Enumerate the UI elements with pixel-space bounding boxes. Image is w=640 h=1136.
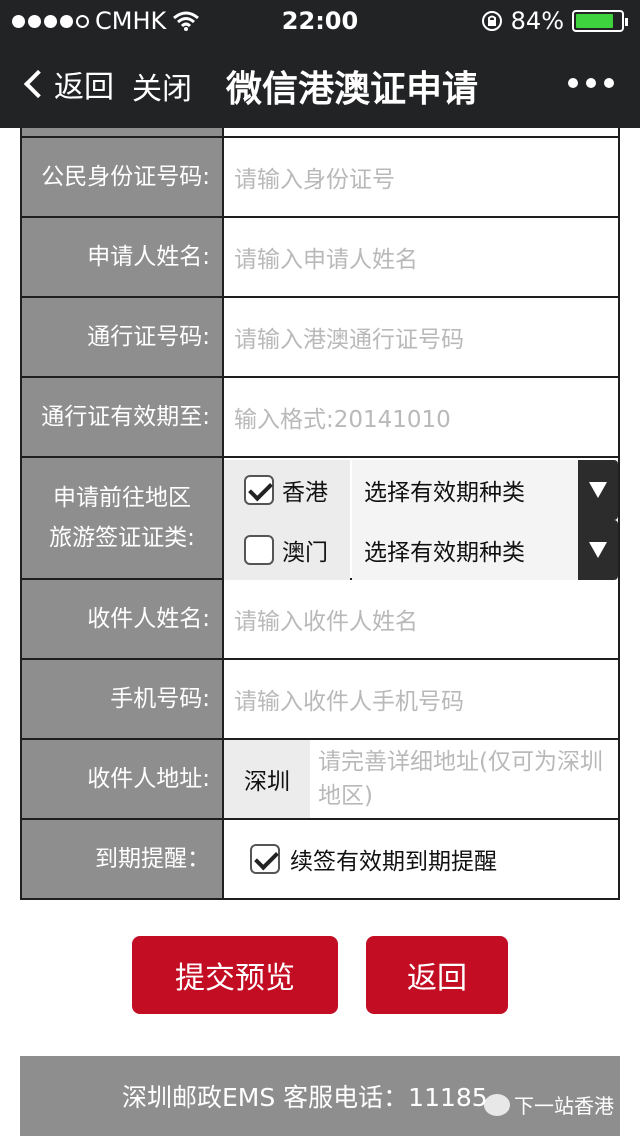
dropdown-arrow-icon	[578, 460, 618, 520]
battery-level	[576, 14, 613, 28]
watermark: 下一站香港	[484, 1090, 614, 1119]
id-number-label: 公民身份证号码:	[22, 138, 224, 216]
hk-validity-select[interactable]: 选择有效期种类	[352, 460, 618, 520]
address-label: 收件人地址:	[22, 740, 224, 818]
back-label: 返回	[54, 70, 114, 105]
form-top-edge	[22, 128, 618, 136]
page-title: 微信港澳证申请	[226, 69, 479, 110]
reminder-label: 到期提醒：	[22, 820, 224, 898]
chevron-left-icon	[23, 69, 53, 99]
hk-label: 香港	[282, 480, 328, 506]
mobile-row: 手机号码: 请输入收件人手机号码	[22, 658, 618, 738]
recipient-name-input[interactable]: 请输入收件人姓名	[224, 580, 618, 658]
id-number-row: 公民身份证号码: 请输入身份证号	[22, 136, 618, 216]
reminder-checkbox[interactable]: 续签有效期到期提醒	[224, 820, 618, 898]
macau-validity-value: 选择有效期种类	[364, 540, 525, 566]
hk-checkbox[interactable]: 香港	[224, 460, 350, 520]
more-menu-icon[interactable]	[568, 78, 614, 88]
mobile-input[interactable]: 请输入收件人手机号码	[224, 660, 618, 738]
visa-options: 香港 选择有效期种类 澳门 选择有效期种类	[224, 458, 618, 580]
battery-icon	[572, 10, 628, 32]
wechat-icon	[484, 1093, 510, 1116]
applicant-name-row: 申请人姓名: 请输入申请人姓名	[22, 216, 618, 296]
checkbox-checked-icon	[250, 844, 280, 874]
visa-row: 申请前往地区 旅游签证证类: 香港 选择有效期种类 澳门 选择有效期种类	[22, 456, 618, 580]
mobile-label: 手机号码:	[22, 660, 224, 738]
permit-expiry-label: 通行证有效期至:	[22, 378, 224, 456]
form-area: 公民身份证号码: 请输入身份证号 申请人姓名: 请输入申请人姓名 通行证号码: …	[0, 128, 640, 1136]
address-city: 深圳	[224, 740, 310, 818]
macau-validity-select[interactable]: 选择有效期种类	[352, 520, 618, 580]
permit-number-label: 通行证号码:	[22, 298, 224, 376]
back-form-button[interactable]: 返回	[366, 936, 508, 1014]
application-form: 公民身份证号码: 请输入身份证号 申请人姓名: 请输入申请人姓名 通行证号码: …	[20, 128, 620, 900]
visa-label: 申请前往地区 旅游签证证类:	[22, 458, 224, 578]
watermark-label: 下一站香港	[514, 1094, 614, 1118]
checkbox-unchecked-icon	[244, 535, 274, 565]
hk-validity-value: 选择有效期种类	[364, 480, 525, 506]
recipient-name-row: 收件人姓名: 请输入收件人姓名	[22, 578, 618, 658]
visa-label-line2: 旅游签证证类:	[49, 525, 195, 551]
id-number-input[interactable]: 请输入身份证号	[224, 138, 618, 216]
visa-option-hk: 香港 选择有效期种类	[224, 460, 618, 520]
address-input[interactable]: 请完善详细地址(仅可为深圳地区)	[310, 741, 618, 817]
submit-preview-button[interactable]: 提交预览	[132, 936, 338, 1014]
close-button[interactable]: 关闭	[132, 64, 192, 108]
permit-expiry-input[interactable]: 输入格式:20141010	[224, 378, 618, 456]
reminder-row: 到期提醒： 续签有效期到期提醒	[22, 818, 618, 898]
permit-expiry-row: 通行证有效期至: 输入格式:20141010	[22, 376, 618, 456]
permit-number-row: 通行证号码: 请输入港澳通行证号码	[22, 296, 618, 376]
checkbox-checked-icon	[244, 475, 274, 505]
reminder-option-label: 续签有效期到期提醒	[290, 849, 497, 875]
address-row: 收件人地址: 深圳 请完善详细地址(仅可为深圳地区)	[22, 738, 618, 818]
dropdown-arrow-icon	[578, 520, 618, 580]
recipient-name-label: 收件人姓名:	[22, 580, 224, 658]
visa-option-macau: 澳门 选择有效期种类	[224, 520, 618, 580]
nav-bar: 返回 关闭 微信港澳证申请	[0, 40, 640, 128]
macau-checkbox[interactable]: 澳门	[224, 520, 350, 580]
rotation-lock-icon	[481, 11, 502, 31]
status-right: 84%	[481, 7, 628, 35]
applicant-name-input[interactable]: 请输入申请人姓名	[224, 218, 618, 296]
address-field: 深圳 请完善详细地址(仅可为深圳地区)	[224, 740, 618, 818]
visa-label-line1: 申请前往地区	[53, 485, 191, 511]
battery-percent: 84%	[510, 7, 564, 35]
applicant-name-label: 申请人姓名:	[22, 218, 224, 296]
permit-number-input[interactable]: 请输入港澳通行证号码	[224, 298, 618, 376]
macau-label: 澳门	[282, 540, 328, 566]
status-bar: CMHK 22:00 84%	[0, 0, 640, 40]
back-button[interactable]: 返回	[18, 62, 114, 106]
